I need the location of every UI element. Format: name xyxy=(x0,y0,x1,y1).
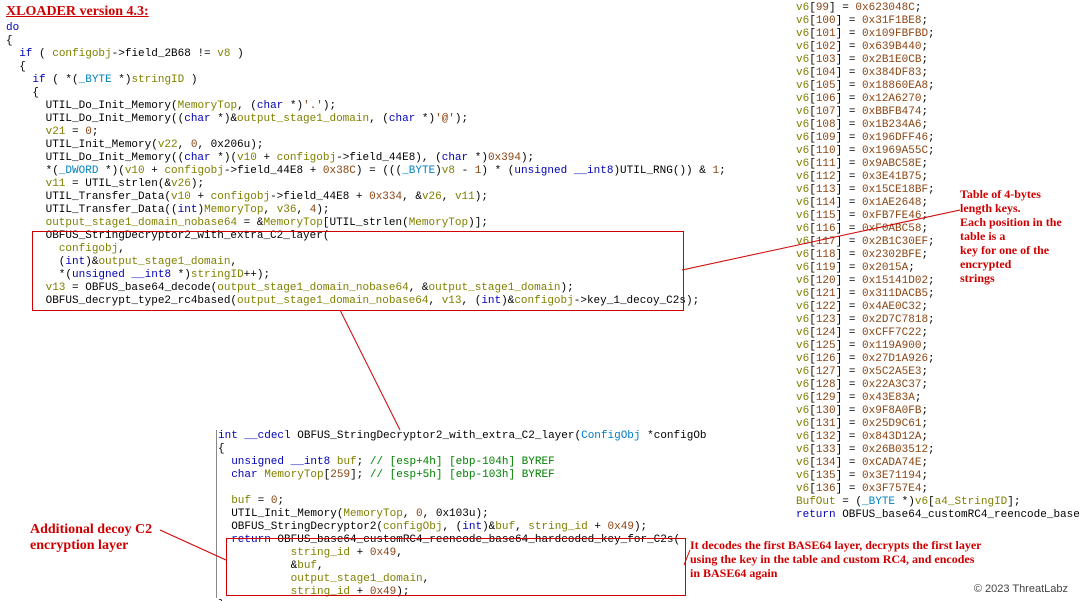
return-call-box xyxy=(226,538,686,596)
note-left: Additional decoy C2 encryption layer xyxy=(30,522,152,554)
note-bottom: It decodes the first BASE64 layer, decry… xyxy=(690,538,990,580)
footer-copyright: © 2023 ThreatLabz xyxy=(974,583,1068,595)
page-title: XLOADER version 4.3: xyxy=(6,4,149,20)
obfus-call-box xyxy=(32,231,684,311)
function-border xyxy=(216,430,217,598)
note-right-top: Table of 4-bytes length keys. Each posit… xyxy=(960,187,1070,285)
